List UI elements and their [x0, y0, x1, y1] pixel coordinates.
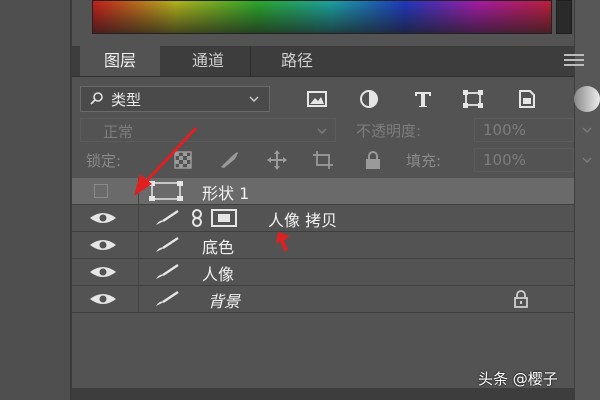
hue-slider[interactable] — [556, 0, 572, 34]
left-dock-strip — [0, 0, 70, 400]
visibility-toggle-off[interactable] — [94, 184, 108, 198]
blend-mode-select[interactable]: 正常 — [80, 118, 336, 142]
adjustment-filter-icon[interactable] — [356, 87, 382, 111]
smart-object-filter-icon[interactable] — [514, 87, 540, 111]
brush-icon — [156, 237, 179, 252]
layer-filter-select[interactable]: 类型 — [80, 86, 270, 112]
lock-icon — [514, 290, 528, 308]
column-divider — [138, 286, 139, 312]
chevron-down-icon[interactable] — [580, 123, 594, 137]
brush-icon — [156, 264, 179, 279]
watermark: 头条 @樱子 — [478, 370, 558, 388]
column-divider — [138, 259, 139, 285]
filter-type-label: 类型 — [111, 91, 142, 109]
shape-filter-icon[interactable] — [460, 87, 486, 111]
layer-name: 底色 — [202, 238, 235, 257]
link-icon[interactable] — [190, 209, 204, 227]
lock-all-icon[interactable] — [362, 150, 384, 170]
layer-name: 背景 — [208, 292, 241, 311]
opacity-value: 100% — [483, 121, 526, 139]
eye-icon[interactable] — [88, 290, 118, 308]
color-spectrum-field[interactable] — [92, 0, 552, 34]
annotation-arrow-icon — [134, 126, 198, 196]
chevron-down-icon[interactable] — [580, 153, 594, 167]
eye-icon[interactable] — [88, 263, 118, 281]
type-filter-icon[interactable] — [410, 87, 436, 111]
annotation-mark-icon — [276, 232, 290, 251]
search-icon — [90, 92, 103, 105]
fill-label: 填充: — [406, 152, 442, 170]
eye-icon[interactable] — [88, 236, 118, 254]
fill-field[interactable]: 100% — [474, 148, 574, 172]
panel-tab-bar: 图层 通道 路径 — [72, 46, 574, 77]
layer-row-portrait-copy[interactable]: 人像 拷贝 — [72, 205, 574, 232]
tab-paths[interactable]: 路径 — [258, 46, 336, 76]
fill-value: 100% — [483, 151, 526, 169]
tab-channels[interactable]: 通道 — [166, 46, 251, 76]
panel-bottom-bar — [72, 388, 574, 400]
eye-icon[interactable] — [88, 209, 118, 227]
brush-icon — [156, 291, 179, 306]
layer-row-background[interactable]: 背景 — [72, 286, 574, 313]
opacity-label: 不透明度: — [356, 122, 422, 140]
lock-image-icon[interactable] — [218, 150, 240, 170]
column-divider — [138, 232, 139, 258]
column-divider — [138, 205, 139, 231]
opacity-field[interactable]: 100% — [474, 118, 574, 142]
lock-label: 锁定: — [86, 152, 122, 170]
lock-artboard-icon[interactable] — [312, 150, 334, 170]
layer-name: 人像 — [202, 265, 235, 284]
panel-menu-icon[interactable] — [564, 54, 584, 68]
tab-layers[interactable]: 图层 — [80, 46, 160, 76]
layer-mask-icon[interactable] — [210, 208, 238, 228]
layer-name: 形状 1 — [202, 184, 250, 203]
layer-row-portrait[interactable]: 人像 — [72, 259, 574, 286]
brush-icon — [156, 210, 179, 225]
image-filter-icon[interactable] — [304, 87, 330, 111]
chevron-down-icon — [317, 128, 327, 134]
layer-row-base-color[interactable]: 底色 — [72, 232, 574, 259]
layer-name: 人像 拷贝 — [268, 211, 338, 230]
chevron-down-icon — [249, 96, 259, 102]
filter-toggle-switch[interactable] — [574, 86, 600, 112]
lock-position-icon[interactable] — [266, 150, 288, 170]
